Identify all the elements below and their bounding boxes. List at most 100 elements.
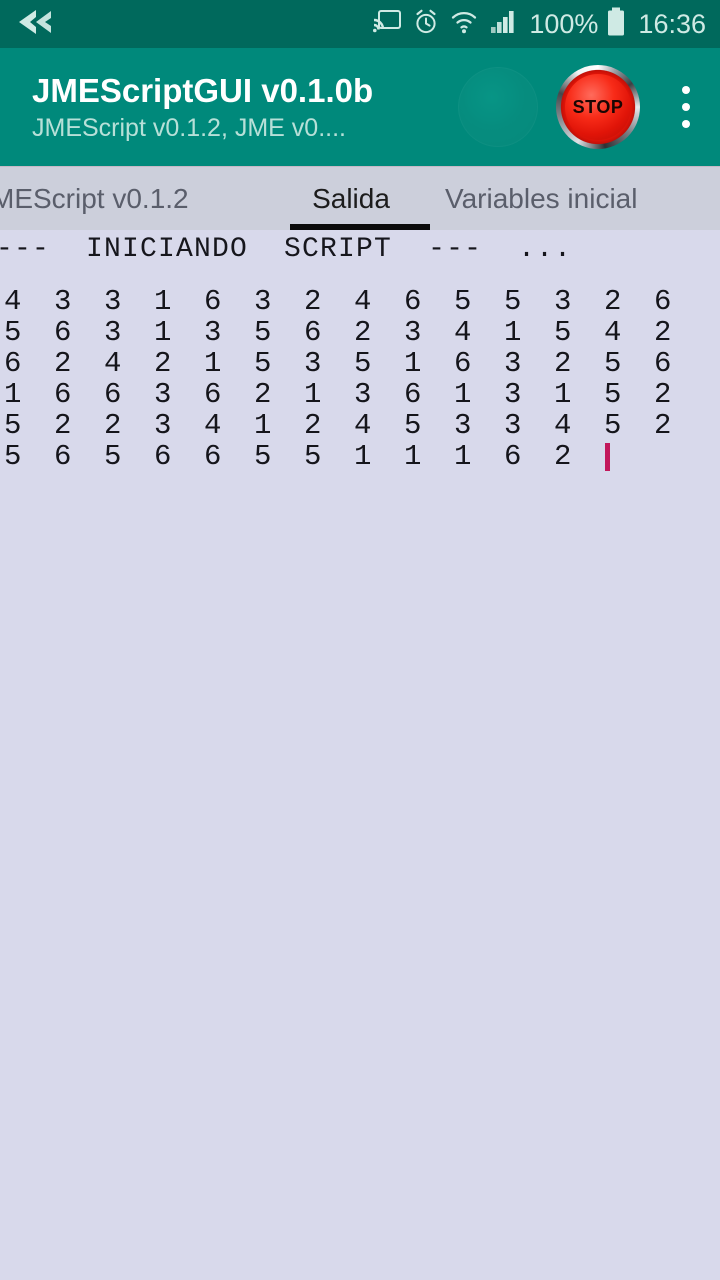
console-cell: 6 <box>304 316 322 349</box>
text-cursor <box>605 442 610 471</box>
console-cell: 4 <box>554 409 572 442</box>
console-cell: 6 <box>654 285 672 318</box>
console-cell: 6 <box>654 347 672 380</box>
console-cell: 5 <box>4 409 22 442</box>
tab-jmescript[interactable]: MEScript v0.1.2 <box>0 167 281 230</box>
console-cell: 2 <box>654 409 672 442</box>
console-cell: 1 <box>454 378 472 411</box>
status-bar-left <box>16 7 54 42</box>
console-cell: 1 <box>204 347 222 380</box>
console-cell: 5 <box>604 347 622 380</box>
console-cell: 3 <box>104 316 122 349</box>
console-cell: 5 <box>254 347 272 380</box>
console-header-line: --- INICIANDO SCRIPT --- ... <box>0 234 573 265</box>
stop-button[interactable]: STOP <box>556 65 640 149</box>
console-cell: 3 <box>104 285 122 318</box>
tab-bar: MEScript v0.1.2 Salida Variables inicial <box>0 166 720 230</box>
console-cell: 5 <box>604 409 622 442</box>
overflow-menu-button[interactable] <box>662 65 710 149</box>
console-cell: 2 <box>254 378 272 411</box>
console-cell: 6 <box>54 316 72 349</box>
console-number-grid: 4331632465532656313562341542624215351632… <box>0 286 720 472</box>
cast-icon <box>373 9 402 40</box>
console-cell: 3 <box>554 285 572 318</box>
console-cell: 6 <box>404 378 422 411</box>
console-row: 52234124533452 <box>0 410 720 441</box>
signal-icon <box>489 9 517 40</box>
back-arrow-icon[interactable] <box>16 7 54 42</box>
console-cell: 1 <box>154 285 172 318</box>
console-cell: 3 <box>504 347 522 380</box>
console-cell: 2 <box>154 347 172 380</box>
battery-percent-label: 100% <box>529 8 599 39</box>
console-cell: 6 <box>154 440 172 473</box>
console-cell: 4 <box>104 347 122 380</box>
clock-label: 16:36 <box>638 8 706 39</box>
console-cell: 5 <box>554 316 572 349</box>
console-cell: 3 <box>204 316 222 349</box>
console-cell: 4 <box>4 285 22 318</box>
console-cell: 1 <box>154 316 172 349</box>
console-cell: 5 <box>604 378 622 411</box>
console-cell: 2 <box>554 440 572 473</box>
console-cell: 5 <box>4 316 22 349</box>
overflow-dot-icon <box>682 86 690 94</box>
console-cell: 2 <box>654 316 672 349</box>
console-row: 43316324655326 <box>0 286 720 317</box>
console-cell: 5 <box>454 285 472 318</box>
app-bar: JMEScriptGUI v0.1.0b JMEScript v0.1.2, J… <box>0 48 720 166</box>
overflow-dot-icon <box>682 120 690 128</box>
run-button[interactable] <box>458 67 538 147</box>
console-cell: 3 <box>504 378 522 411</box>
overflow-dot-icon <box>682 103 690 111</box>
console-cell: 2 <box>604 285 622 318</box>
stop-button-label: STOP <box>572 96 624 117</box>
console-cell: 1 <box>554 378 572 411</box>
console-cell: 3 <box>154 409 172 442</box>
console-row: 16636213613152 <box>0 379 720 410</box>
status-bar-right: 100% 16:36 <box>373 7 706 42</box>
console-row: 565665511162 <box>0 441 720 472</box>
console-cell: 5 <box>254 440 272 473</box>
page-subtitle: JMEScript v0.1.2, JME v0.... <box>32 114 346 142</box>
tab-salida[interactable]: Salida <box>281 167 421 230</box>
console-cell: 4 <box>604 316 622 349</box>
console-cell: 2 <box>104 409 122 442</box>
console-cell: 1 <box>404 440 422 473</box>
app-bar-actions: STOP <box>458 65 710 149</box>
console-cell: 4 <box>354 285 372 318</box>
tab-variables-iniciales[interactable]: Variables inicial <box>421 167 720 230</box>
console-cell: 6 <box>54 440 72 473</box>
console-cell: 3 <box>354 378 372 411</box>
console-cell: 6 <box>4 347 22 380</box>
console-cell: 1 <box>304 378 322 411</box>
console-cell: 4 <box>354 409 372 442</box>
console-cell: 6 <box>504 440 522 473</box>
console-cell: 2 <box>304 409 322 442</box>
status-bar: 100% 16:36 <box>0 0 720 48</box>
console-cell: 6 <box>204 440 222 473</box>
console-cell: 3 <box>504 409 522 442</box>
console-cell: 4 <box>454 316 472 349</box>
console-cell: 5 <box>4 440 22 473</box>
console-cell: 3 <box>454 409 472 442</box>
console-cell: 2 <box>354 316 372 349</box>
console-cell: 1 <box>504 316 522 349</box>
console-row: 62421535163256 <box>0 348 720 379</box>
console-cell: 5 <box>104 440 122 473</box>
console-cell: 5 <box>404 409 422 442</box>
battery-full-icon <box>606 7 626 42</box>
app-title-block: JMEScriptGUI v0.1.0b JMEScript v0.1.2, J… <box>32 70 373 144</box>
console-cell: 1 <box>454 440 472 473</box>
console-row: 56313562341542 <box>0 317 720 348</box>
console-cell: 1 <box>404 347 422 380</box>
console-cell: 5 <box>504 285 522 318</box>
console-cell: 6 <box>104 378 122 411</box>
output-console[interactable]: --- INICIANDO SCRIPT --- ... 43316324655… <box>0 230 720 1280</box>
console-cell: 6 <box>404 285 422 318</box>
console-cell: 6 <box>204 285 222 318</box>
page-title: JMEScriptGUI v0.1.0b <box>32 72 374 109</box>
console-cell: 5 <box>354 347 372 380</box>
console-cell: 2 <box>304 285 322 318</box>
console-cell: 2 <box>54 409 72 442</box>
